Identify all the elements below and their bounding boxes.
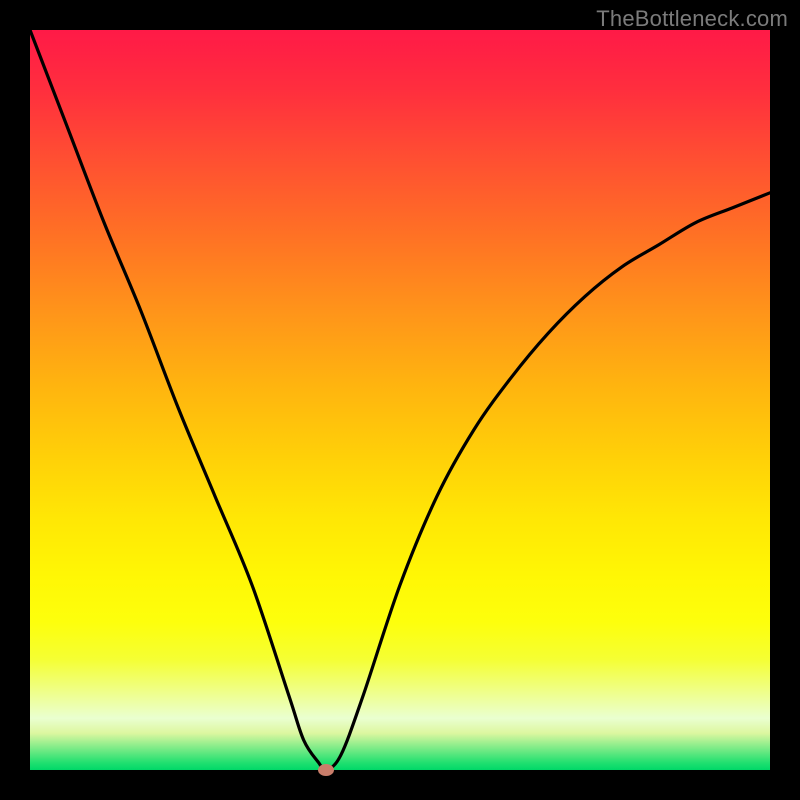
chart-frame: TheBottleneck.com (0, 0, 800, 800)
plot-area (30, 30, 770, 770)
curve-svg (30, 30, 770, 770)
bottleneck-curve (30, 30, 770, 770)
minimum-marker (318, 764, 334, 776)
watermark-text: TheBottleneck.com (596, 6, 788, 32)
